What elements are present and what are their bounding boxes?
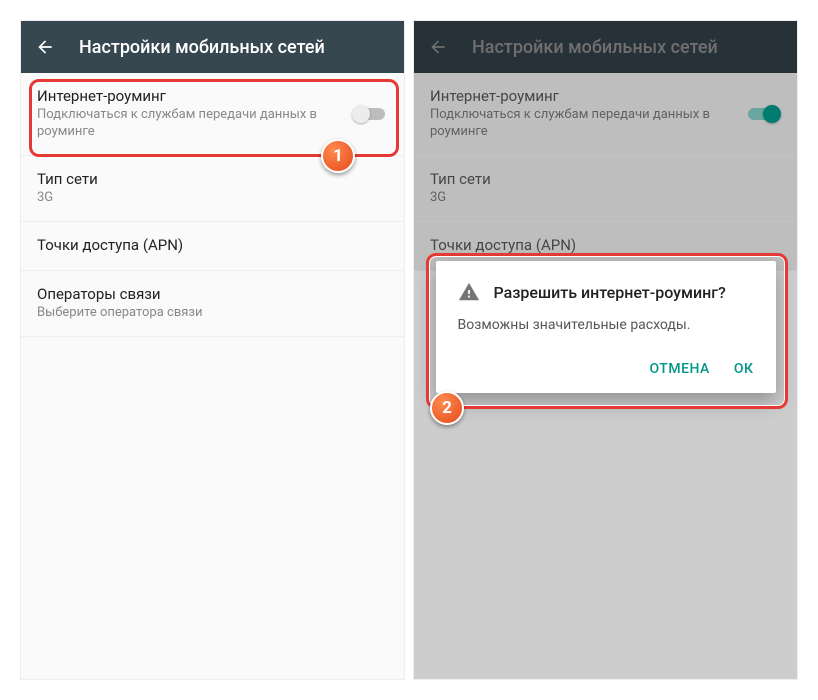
setting-apn[interactable]: Точки доступа (APN) <box>21 222 404 271</box>
dialog-title: Разрешить интернет-роуминг? <box>494 283 726 302</box>
annotation-badge-1: 1 <box>321 139 355 173</box>
screen-right: Настройки мобильных сетей Интернет-роуми… <box>413 20 798 680</box>
screen-left: Настройки мобильных сетей Интернет-роуми… <box>20 20 405 680</box>
header: Настройки мобильных сетей <box>21 21 404 73</box>
setting-subtitle: 3G <box>37 190 317 207</box>
dialog-overlay: Разрешить интернет-роуминг? Возможны зна… <box>414 21 797 679</box>
setting-operators[interactable]: Операторы связи Выберите оператора связи <box>21 271 404 337</box>
setting-title: Интернет-роуминг <box>37 87 352 105</box>
setting-title: Точки доступа (APN) <box>37 236 388 254</box>
dialog-message: Возможны значительные расходы. <box>458 317 754 333</box>
cancel-button[interactable]: ОТМЕНА <box>649 361 709 377</box>
ok-button[interactable]: ОК <box>734 361 754 377</box>
setting-subtitle: Подключаться к службам передачи данных в… <box>37 107 317 141</box>
setting-subtitle: Выберите оператора связи <box>37 305 317 322</box>
page-title: Настройки мобильных сетей <box>79 37 325 58</box>
back-arrow-icon[interactable] <box>35 37 55 57</box>
warning-icon <box>458 281 480 303</box>
roaming-toggle[interactable] <box>352 104 388 124</box>
roaming-dialog: Разрешить интернет-роуминг? Возможны зна… <box>436 261 776 393</box>
setting-title: Операторы связи <box>37 285 388 303</box>
settings-list: Интернет-роуминг Подключаться к службам … <box>21 73 404 337</box>
annotation-badge-2: 2 <box>430 391 464 425</box>
